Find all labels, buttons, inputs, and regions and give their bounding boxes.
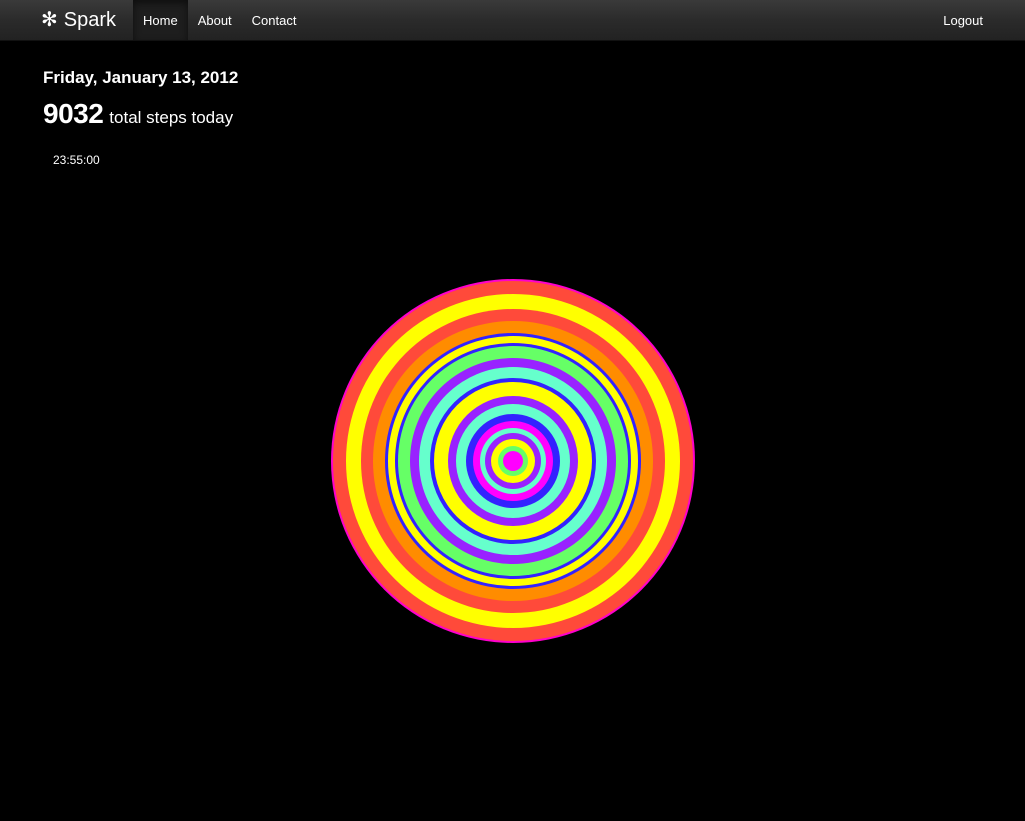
logout-link[interactable]: Logout [943, 0, 983, 40]
main-nav: Home About Contact [133, 0, 306, 40]
nav-item-about[interactable]: About [188, 0, 242, 40]
top-navbar: ✻ Spark Home About Contact Logout [0, 0, 1025, 41]
date-heading: Friday, January 13, 2012 [43, 68, 239, 87]
time-readout: 23:55:00 [53, 153, 100, 167]
total-steps-label: total steps today [109, 108, 234, 127]
total-steps-count: 9032 [43, 98, 104, 129]
nav-item-home[interactable]: Home [133, 0, 188, 40]
center-dot [509, 457, 517, 465]
nav-item-contact[interactable]: Contact [242, 0, 307, 40]
asterisk-spark-icon: ✻ [41, 9, 58, 31]
steps-summary: 9032 total steps today [43, 98, 233, 130]
brand-link[interactable]: ✻ Spark [41, 0, 116, 40]
concentric-rings-visualization [331, 279, 695, 643]
brand-label: Spark [63, 8, 117, 31]
